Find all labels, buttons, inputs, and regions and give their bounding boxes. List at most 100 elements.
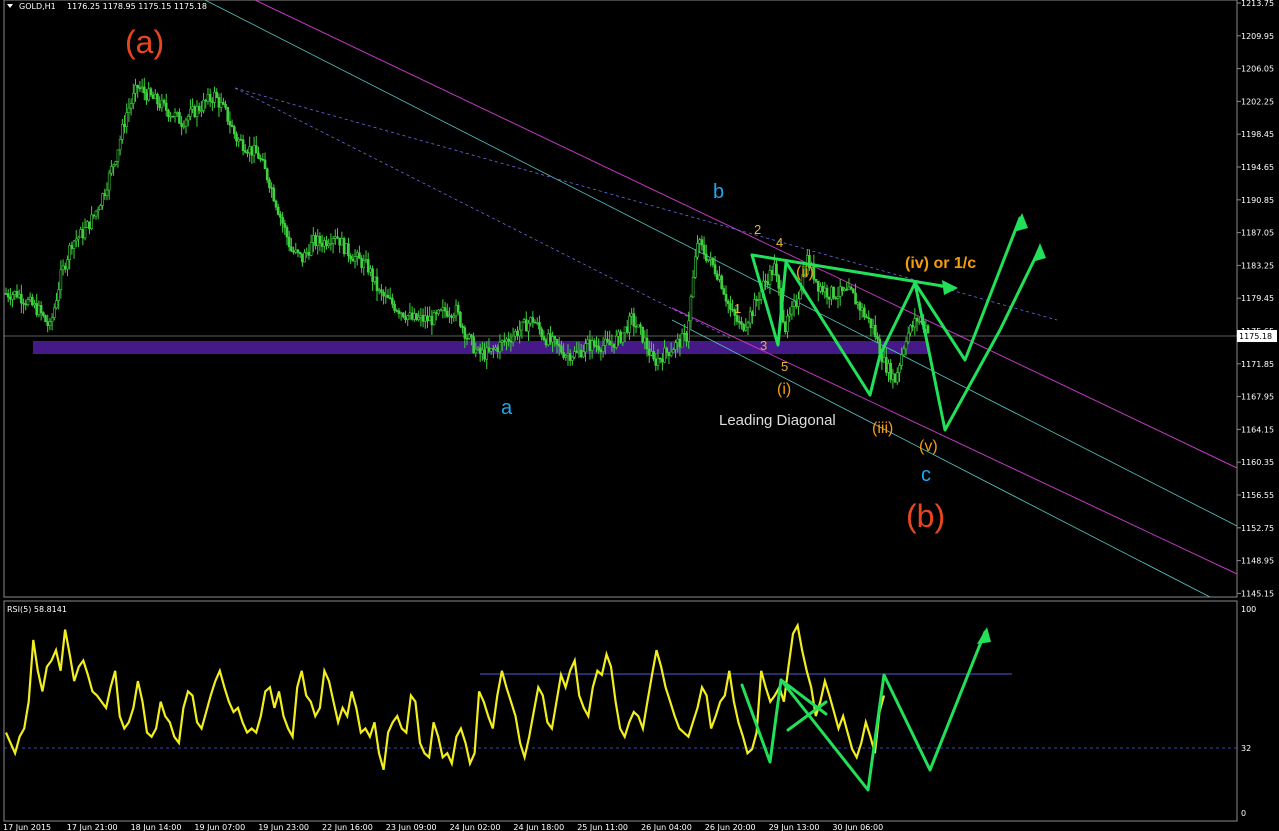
candle-body <box>290 246 293 252</box>
candle-body <box>849 286 853 290</box>
cyan-line-lower <box>671 319 1211 598</box>
arrow-head-1 <box>1032 243 1046 262</box>
candle-body <box>158 103 161 109</box>
candle-body <box>665 347 669 353</box>
candle-body <box>753 299 756 317</box>
candle-body <box>173 112 177 118</box>
candle-body <box>92 214 96 217</box>
candle-body <box>863 307 866 318</box>
candle-body <box>775 263 778 276</box>
candle-body <box>764 280 767 283</box>
candle-body <box>575 351 579 353</box>
candle-body <box>118 139 122 151</box>
candle-body <box>461 325 464 328</box>
candle-body <box>31 296 34 306</box>
candle-body <box>259 158 262 160</box>
candle-body <box>369 268 372 273</box>
candle-body <box>48 321 52 326</box>
candle-body <box>577 349 581 353</box>
candle-body <box>421 315 425 322</box>
candle-body <box>44 315 47 322</box>
price-tick-label: 1209.95 <box>1241 32 1274 41</box>
candle-body <box>509 340 513 343</box>
candle-body <box>520 321 524 331</box>
price-tick-label: 1164.15 <box>1241 425 1274 434</box>
candle-body <box>915 318 919 322</box>
candle-body <box>149 88 153 96</box>
candle-body <box>623 326 627 334</box>
candle-body <box>571 356 574 361</box>
candle-body <box>740 321 743 325</box>
candle-body <box>222 102 225 105</box>
candle-body <box>814 279 818 282</box>
price-tick-label: 1156.55 <box>1241 491 1274 500</box>
candle-body <box>402 312 405 318</box>
candle-body <box>336 236 339 239</box>
candle-body <box>909 325 912 334</box>
candle-body <box>423 315 427 322</box>
candle-body <box>913 318 917 328</box>
time-label: 19 Jun 07:00 <box>194 823 245 831</box>
candle-body <box>674 342 677 350</box>
candle-body <box>377 289 381 292</box>
candle-body <box>630 313 633 317</box>
candle-body <box>560 345 563 353</box>
candle-body <box>672 349 675 353</box>
candle-body <box>889 362 892 380</box>
candle-body <box>281 216 284 224</box>
candle-body <box>99 205 102 210</box>
price-tick-label: 1179.45 <box>1241 294 1274 303</box>
candle-body <box>110 166 113 174</box>
time-label: 22 Jun 16:00 <box>322 823 373 831</box>
candle-body <box>162 99 166 104</box>
candle-body <box>252 145 256 156</box>
candle-body <box>413 313 416 320</box>
candle-body <box>535 322 539 324</box>
candle-body <box>399 312 403 315</box>
header-triangle-icon[interactable] <box>7 4 13 8</box>
candle-body <box>224 103 227 108</box>
wave-num-2: 2 <box>754 222 761 237</box>
candle-body <box>836 296 840 299</box>
candle-body <box>472 336 475 354</box>
candle-body <box>298 252 302 255</box>
candle-body <box>57 289 60 301</box>
candle-body <box>656 357 660 366</box>
candle-body <box>386 294 390 299</box>
candle-body <box>562 352 565 358</box>
candle-body <box>476 347 480 350</box>
candle-body <box>799 289 802 300</box>
time-label: 17 Jun 2015 <box>3 823 51 831</box>
candle-body <box>557 344 561 347</box>
candle-body <box>917 320 921 323</box>
candle-body <box>724 293 728 302</box>
candle-body <box>680 333 684 348</box>
candle-body <box>327 243 331 247</box>
time-label: 19 Jun 23:00 <box>258 823 309 831</box>
candle-body <box>180 123 183 127</box>
candle-body <box>527 322 530 332</box>
candle-body <box>742 323 745 331</box>
candle-body <box>419 315 423 318</box>
candle-body <box>709 257 712 260</box>
candle-body <box>250 146 254 156</box>
candle-body <box>513 331 517 337</box>
candle-body <box>549 333 552 343</box>
rsi-tick-0: 0 <box>1241 809 1246 818</box>
candle-body <box>568 353 572 361</box>
candle-body <box>366 259 370 273</box>
candle-body <box>285 227 289 238</box>
candle-body <box>101 193 104 206</box>
candle-body <box>735 315 739 322</box>
candle-body <box>711 257 715 266</box>
wave-num-1: 1 <box>734 301 741 316</box>
candle-body <box>270 187 273 189</box>
candle-body <box>713 264 717 275</box>
candle-body <box>439 309 442 312</box>
candle-body <box>450 315 453 318</box>
candle-body <box>294 249 298 253</box>
candle-body <box>215 91 219 98</box>
price-tick-label: 1194.65 <box>1241 163 1274 172</box>
ohlc-values: 1176.25 1178.95 1175.15 1175.18 <box>67 2 207 11</box>
candle-body <box>426 315 429 322</box>
